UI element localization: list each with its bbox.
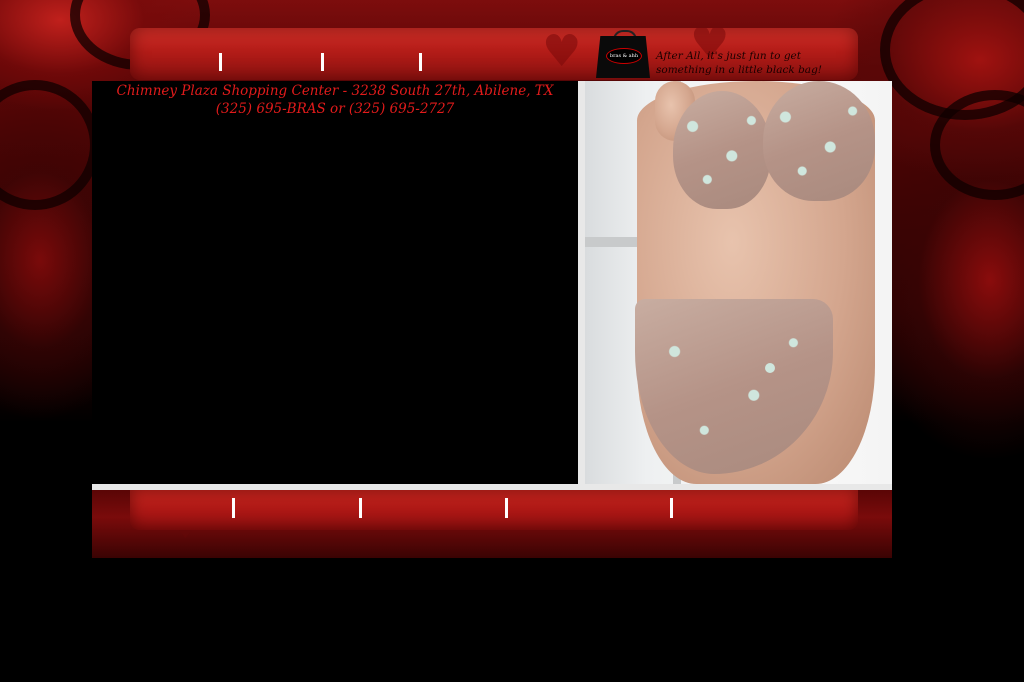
bottom-nav-link-1[interactable]	[150, 496, 230, 520]
nav-separator	[505, 498, 508, 518]
nav-separator	[419, 53, 422, 71]
nav-separator	[219, 53, 222, 71]
tagline: After All, it's just fun to get somethin…	[656, 49, 856, 77]
bra	[673, 91, 771, 209]
nav-separator	[359, 498, 362, 518]
nav-separator	[670, 498, 673, 518]
logo-text: bras & ahh	[606, 48, 642, 64]
page: ♥ ♥ bras & ahh After All, it's just fun …	[0, 0, 1024, 682]
top-nav-link-3[interactable]	[327, 50, 417, 74]
nav-separator	[321, 53, 324, 71]
store-address: Chimney Plaza Shopping Center - 3238 Sou…	[92, 82, 578, 118]
bra	[763, 81, 875, 201]
bottom-nav-link-3[interactable]	[364, 496, 502, 520]
bottom-nav-link-5[interactable]	[676, 496, 846, 520]
photo-frame	[578, 81, 892, 484]
tagline-line-2: something in a little black bag!	[656, 64, 823, 76]
decorative-swirl	[0, 80, 100, 210]
bottom-nav-link-2[interactable]	[238, 496, 356, 520]
bottom-nav-link-4[interactable]	[510, 496, 668, 520]
phone-line: (325) 695-BRAS or (325) 695-2727	[215, 101, 455, 117]
top-nav-link-2[interactable]	[225, 50, 319, 74]
tagline-line-1: After All, it's just fun to get	[656, 50, 801, 62]
top-nav-link-1[interactable]	[150, 50, 215, 74]
bow-icon	[765, 363, 775, 373]
address-line: Chimney Plaza Shopping Center - 3238 Sou…	[116, 83, 554, 99]
nav-separator	[232, 498, 235, 518]
lingerie-model-photo	[585, 81, 892, 484]
top-nav-link-4[interactable]	[425, 50, 585, 74]
